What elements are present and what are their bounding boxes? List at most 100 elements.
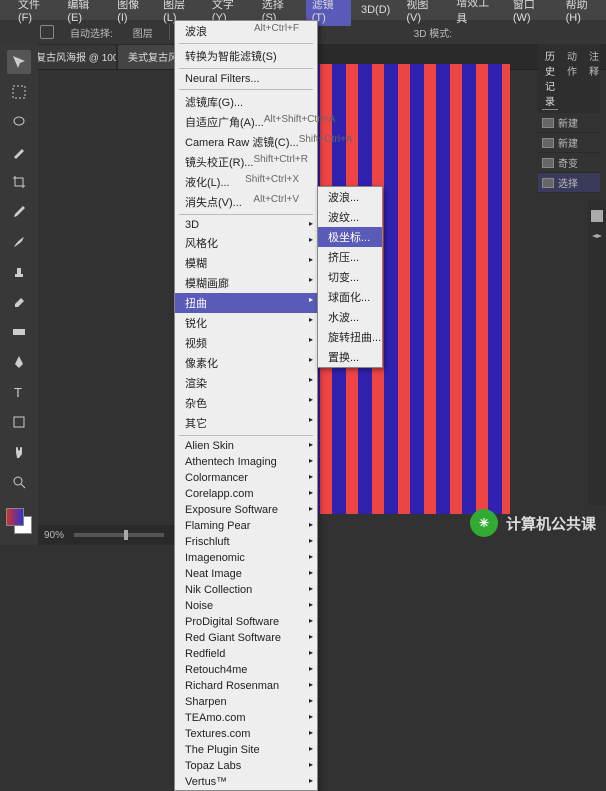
eraser-tool[interactable] bbox=[7, 290, 31, 314]
menu-item[interactable]: 像素化 bbox=[175, 353, 317, 373]
panel-tab[interactable]: 动作 bbox=[564, 47, 580, 110]
submenu-item[interactable]: 置换... bbox=[318, 347, 382, 367]
menu-item[interactable]: ProDigital Software bbox=[175, 614, 317, 630]
zoom-level[interactable]: 90% bbox=[44, 530, 64, 541]
menu-item[interactable]: Redfield bbox=[175, 646, 317, 662]
layers-icon[interactable] bbox=[591, 232, 603, 244]
panel-tab[interactable]: 历史记录 bbox=[542, 47, 558, 110]
menu-item[interactable]: Camera Raw 滤镜(C)...Shift+Ctrl+A bbox=[175, 132, 317, 152]
history-item[interactable]: 新建 bbox=[538, 113, 600, 133]
opt-3d-mode[interactable]: 3D 模式: bbox=[410, 24, 456, 41]
move-tool[interactable] bbox=[7, 50, 31, 74]
menu-item[interactable]: Vertus™ bbox=[175, 774, 317, 790]
stamp-tool[interactable] bbox=[7, 260, 31, 284]
menu-item[interactable]: Nik Collection bbox=[175, 582, 317, 598]
menu-item[interactable]: 其它 bbox=[175, 413, 317, 433]
watermark: ✳ 计算机公共课 bbox=[470, 509, 596, 537]
marquee-tool[interactable] bbox=[7, 80, 31, 104]
menu-item[interactable]: Neat Image bbox=[175, 566, 317, 582]
menu-item[interactable]: Retouch4me bbox=[175, 662, 317, 678]
menu-item[interactable]: Red Giant Software bbox=[175, 630, 317, 646]
filter-menu-dropdown: 波浪Alt+Ctrl+F 转换为智能滤镜(S) Neural Filters... 滤… bbox=[174, 20, 318, 791]
menu-item[interactable]: 风格化 bbox=[175, 233, 317, 253]
menu-10[interactable]: 窗口(W) bbox=[507, 0, 556, 26]
menu-item[interactable]: Neural Filters... bbox=[175, 71, 317, 87]
history-item[interactable]: 新建 bbox=[538, 133, 600, 153]
type-tool[interactable]: T bbox=[7, 380, 31, 404]
menu-11[interactable]: 帮助(H) bbox=[560, 0, 606, 26]
brush-tool[interactable] bbox=[7, 230, 31, 254]
menu-item[interactable]: Colormancer bbox=[175, 470, 317, 486]
menu-2[interactable]: 图像(I) bbox=[111, 0, 153, 26]
menu-item[interactable]: Textures.com bbox=[175, 726, 317, 742]
menu-item[interactable]: 转换为智能滤镜(S) bbox=[175, 46, 317, 66]
menu-item[interactable]: 液化(L)...Shift+Ctrl+X bbox=[175, 172, 317, 192]
history-panel: 历史记录动作注释 新建新建奇变选择 bbox=[538, 44, 600, 193]
history-item[interactable]: 奇变 bbox=[538, 153, 600, 173]
watermark-text: 计算机公共课 bbox=[506, 513, 596, 534]
opt-auto-select[interactable]: 自动选择: bbox=[66, 24, 117, 41]
menu-item[interactable]: Athentech Imaging bbox=[175, 454, 317, 470]
swatches-icon[interactable] bbox=[591, 210, 603, 222]
svg-text:T: T bbox=[14, 385, 22, 400]
submenu-item[interactable]: 波浪... bbox=[318, 187, 382, 207]
menu-item[interactable]: 杂色 bbox=[175, 393, 317, 413]
submenu-item[interactable]: 切变... bbox=[318, 267, 382, 287]
crop-tool[interactable] bbox=[7, 170, 31, 194]
wand-tool[interactable] bbox=[7, 140, 31, 164]
menu-item[interactable]: Sharpen bbox=[175, 694, 317, 710]
menu-item[interactable]: 锐化 bbox=[175, 313, 317, 333]
zoom-tool[interactable] bbox=[7, 470, 31, 494]
wechat-icon: ✳ bbox=[470, 509, 498, 537]
distort-submenu: 波浪...波纹...极坐标...挤压...切变...球面化...水波...旋转扭… bbox=[317, 186, 383, 368]
menu-item[interactable]: 模糊 bbox=[175, 253, 317, 273]
submenu-item[interactable]: 旋转扭曲... bbox=[318, 327, 382, 347]
menu-item[interactable]: Imagenomic bbox=[175, 550, 317, 566]
menubar: 文件(F)编辑(E)图像(I)图层(L)文字(Y)选择(S)滤镜(T)3D(D)… bbox=[0, 0, 606, 20]
move-tool-icon bbox=[40, 25, 54, 39]
eyedropper-tool[interactable] bbox=[7, 200, 31, 224]
panel-tab[interactable]: 注释 bbox=[586, 47, 602, 110]
menu-item[interactable]: Topaz Labs bbox=[175, 758, 317, 774]
menu-item[interactable]: 扭曲 bbox=[175, 293, 317, 313]
submenu-item[interactable]: 球面化... bbox=[318, 287, 382, 307]
opt-layer[interactable]: 图层 bbox=[129, 24, 157, 41]
menu-item[interactable]: 镜头校正(R)...Shift+Ctrl+R bbox=[175, 152, 317, 172]
menu-0[interactable]: 文件(F) bbox=[12, 0, 57, 26]
menu-item[interactable]: Alien Skin bbox=[175, 438, 317, 454]
menu-1[interactable]: 编辑(E) bbox=[61, 0, 107, 26]
submenu-item[interactable]: 挤压... bbox=[318, 247, 382, 267]
menu-item[interactable]: Frischluft bbox=[175, 534, 317, 550]
menu-9[interactable]: 增效工具 bbox=[450, 0, 503, 28]
pen-tool[interactable] bbox=[7, 350, 31, 374]
submenu-item[interactable]: 水波... bbox=[318, 307, 382, 327]
hand-tool[interactable] bbox=[7, 440, 31, 464]
submenu-item[interactable]: 波纹... bbox=[318, 207, 382, 227]
menu-item[interactable]: 视频 bbox=[175, 333, 317, 353]
menu-item[interactable]: 消失点(V)...Alt+Ctrl+V bbox=[175, 192, 317, 212]
tools-panel: T bbox=[0, 44, 38, 545]
color-swatches[interactable] bbox=[6, 508, 32, 534]
menu-item[interactable]: 渲染 bbox=[175, 373, 317, 393]
submenu-item[interactable]: 极坐标... bbox=[318, 227, 382, 247]
opt-sep bbox=[169, 24, 170, 40]
menu-item[interactable]: Corelapp.com bbox=[175, 486, 317, 502]
menu-item[interactable]: Exposure Software bbox=[175, 502, 317, 518]
menu-item[interactable]: Richard Rosenman bbox=[175, 678, 317, 694]
zoom-slider[interactable] bbox=[74, 533, 164, 537]
menu-item[interactable]: 自适应广角(A)...Alt+Shift+Ctrl+A bbox=[175, 112, 317, 132]
gradient-tool[interactable] bbox=[7, 320, 31, 344]
menu-item[interactable]: 3D bbox=[175, 217, 317, 233]
lasso-tool[interactable] bbox=[7, 110, 31, 134]
menu-item[interactable]: 波浪Alt+Ctrl+F bbox=[175, 21, 317, 41]
shape-tool[interactable] bbox=[7, 410, 31, 434]
history-item[interactable]: 选择 bbox=[538, 173, 600, 193]
menu-item[interactable]: The Plugin Site bbox=[175, 742, 317, 758]
menu-item[interactable]: TEAmo.com bbox=[175, 710, 317, 726]
menu-7[interactable]: 3D(D) bbox=[355, 2, 396, 18]
menu-item[interactable]: 模糊画廊 bbox=[175, 273, 317, 293]
menu-8[interactable]: 视图(V) bbox=[400, 0, 446, 26]
menu-item[interactable]: 滤镜库(G)... bbox=[175, 92, 317, 112]
menu-item[interactable]: Noise bbox=[175, 598, 317, 614]
menu-item[interactable]: Flaming Pear bbox=[175, 518, 317, 534]
